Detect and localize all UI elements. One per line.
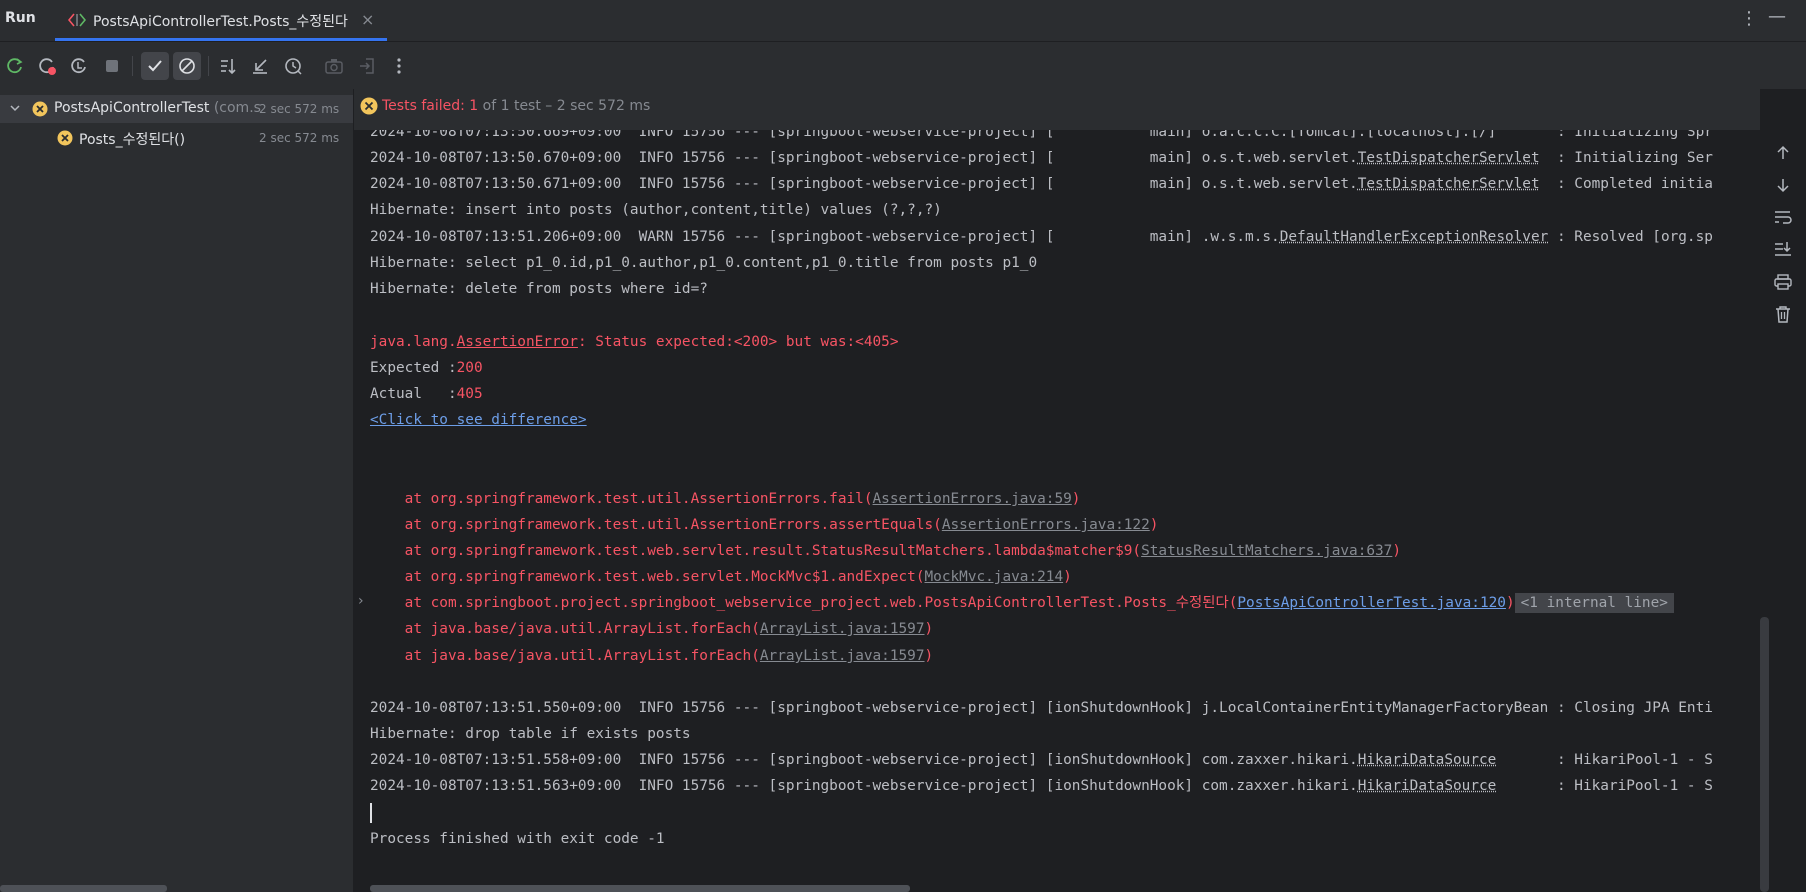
console-line: 2024-10-08T07:13:50.671+09:00 INFO 15756… <box>370 176 1713 192</box>
test-diff-icon <box>67 12 87 28</box>
stack-trace-line: at org.springframework.test.util.Asserti… <box>370 491 1081 507</box>
arrow-down-icon[interactable] <box>1772 174 1794 196</box>
test-method-duration: 2 sec 572 ms <box>259 131 340 145</box>
text-caret <box>370 803 372 823</box>
source-link[interactable]: ArrayList.java:1597 <box>760 621 925 637</box>
run-tool-window-title: Run <box>5 10 36 26</box>
tab-label: PostsApiControllerTest.Posts_수정된다 <box>93 14 348 30</box>
console-output[interactable]: 2024-10-08T07:13:50.669+09:00 INFO 15756… <box>354 130 1760 892</box>
test-tree-panel: PostsApiControllerTest (com.s 2 sec 572 … <box>0 89 354 892</box>
horizontal-scrollbar[interactable] <box>0 885 167 892</box>
run-toolbar <box>0 42 1806 89</box>
horizontal-scrollbar[interactable] <box>370 885 910 892</box>
stack-trace-line: at org.springframework.test.web.servlet.… <box>370 569 1072 585</box>
stop-icon[interactable] <box>100 54 124 78</box>
vertical-scrollbar[interactable] <box>1760 617 1769 892</box>
test-class-package: (com.s <box>209 100 261 116</box>
scroll-to-end-icon[interactable] <box>1772 238 1794 260</box>
more-icon[interactable] <box>387 54 411 78</box>
source-link[interactable]: AssertionErrors.java:59 <box>873 491 1072 507</box>
source-link[interactable]: PostsApiControllerTest.java:120 <box>1237 595 1506 611</box>
expected-line: Expected :200 <box>370 360 483 376</box>
stack-trace-line: at com.springboot.project.springboot_web… <box>370 591 1674 615</box>
stack-trace-line: at org.springframework.test.web.servlet.… <box>370 543 1402 559</box>
console-line: 2024-10-08T07:13:50.670+09:00 INFO 15756… <box>370 150 1713 166</box>
rerun-icon[interactable] <box>3 54 27 78</box>
test-status-bar: Tests failed: 1 of 1 test – 2 sec 572 ms <box>354 89 1760 130</box>
import-icon[interactable] <box>355 54 379 78</box>
tests-failed-count: 1 <box>469 98 479 114</box>
assertion-error-line: java.lang.AssertionError: Status expecte… <box>370 334 899 350</box>
test-failed-icon <box>32 101 48 117</box>
console-line: 2024-10-08T07:13:51.563+09:00 INFO 15756… <box>370 778 1713 794</box>
tests-failed-label: Tests failed: <box>382 98 470 114</box>
test-failed-icon <box>360 97 378 115</box>
test-method-name: Posts_수정된다() <box>79 132 186 148</box>
internal-lines-fold[interactable]: <1 internal line> <box>1514 593 1674 613</box>
collapse-all-icon[interactable] <box>248 54 272 78</box>
expand-fold-icon[interactable]: › <box>358 593 364 609</box>
see-difference-link[interactable]: <Click to see difference> <box>370 408 587 432</box>
console-actions-bar <box>1760 130 1806 892</box>
process-finished-line: Process finished with exit code -1 <box>370 831 665 847</box>
stack-trace-line: at java.base/java.util.ArrayList.forEach… <box>370 648 934 664</box>
show-ignored-icon[interactable] <box>173 52 201 80</box>
clear-all-icon[interactable] <box>1772 303 1794 325</box>
test-class-name: PostsApiControllerTest <box>54 100 210 116</box>
source-link[interactable]: AssertionErrors.java:122 <box>942 517 1150 533</box>
chevron-down-icon[interactable] <box>8 101 22 115</box>
tool-window-header: Run PostsApiControllerTest.Posts_수정된다 × … <box>0 0 1806 42</box>
stack-trace-line: at org.springframework.test.util.Asserti… <box>370 517 1159 533</box>
sort-alphabetically-icon[interactable] <box>216 54 240 78</box>
more-options-icon[interactable]: ⋮ <box>1740 8 1758 29</box>
test-failed-icon <box>57 130 73 146</box>
close-tab-icon[interactable]: × <box>361 10 374 29</box>
arrow-up-icon[interactable] <box>1772 142 1794 164</box>
source-link[interactable]: MockMvc.java:214 <box>925 569 1064 585</box>
rerun-failed-icon[interactable] <box>35 54 59 78</box>
soft-wrap-icon[interactable] <box>1772 206 1794 228</box>
console-line: 2024-10-08T07:13:51.550+09:00 INFO 15756… <box>370 700 1713 716</box>
console-line: Hibernate: delete from posts where id=? <box>370 281 708 297</box>
export-icon[interactable] <box>322 54 346 78</box>
console-line: Hibernate: select p1_0.id,p1_0.author,p1… <box>370 255 1038 271</box>
source-link[interactable]: StatusResultMatchers.java:637 <box>1141 543 1392 559</box>
print-icon[interactable] <box>1772 271 1794 293</box>
console-line: Hibernate: insert into posts (author,con… <box>370 202 942 218</box>
minimize-icon[interactable]: — <box>1768 6 1786 27</box>
source-link[interactable]: ArrayList.java:1597 <box>760 648 925 664</box>
actual-line: Actual :405 <box>370 386 483 402</box>
console-line: 2024-10-08T07:13:50.669+09:00 INFO 15756… <box>370 130 1713 140</box>
stack-trace-line: at java.base/java.util.ArrayList.forEach… <box>370 621 934 637</box>
assertion-error-link[interactable]: AssertionError <box>457 334 578 350</box>
console-line: 2024-10-08T07:13:51.558+09:00 INFO 15756… <box>370 752 1713 768</box>
console-line: Hibernate: drop table if exists posts <box>370 726 691 742</box>
tree-item-test-method[interactable]: Posts_수정된다() 2 sec 572 ms <box>0 124 353 152</box>
run-configuration-tab[interactable]: PostsApiControllerTest.Posts_수정된다 × <box>55 0 387 41</box>
console-line: 2024-10-08T07:13:51.206+09:00 WARN 15756… <box>370 229 1713 245</box>
show-passed-icon[interactable] <box>141 52 169 80</box>
test-class-duration: 2 sec 572 ms <box>259 102 340 116</box>
tests-summary: of 1 test – 2 sec 572 ms <box>478 98 651 114</box>
tree-item-test-class[interactable]: PostsApiControllerTest (com.s 2 sec 572 … <box>0 95 353 123</box>
toggle-auto-test-icon[interactable] <box>67 54 91 78</box>
test-history-icon[interactable] <box>281 54 305 78</box>
